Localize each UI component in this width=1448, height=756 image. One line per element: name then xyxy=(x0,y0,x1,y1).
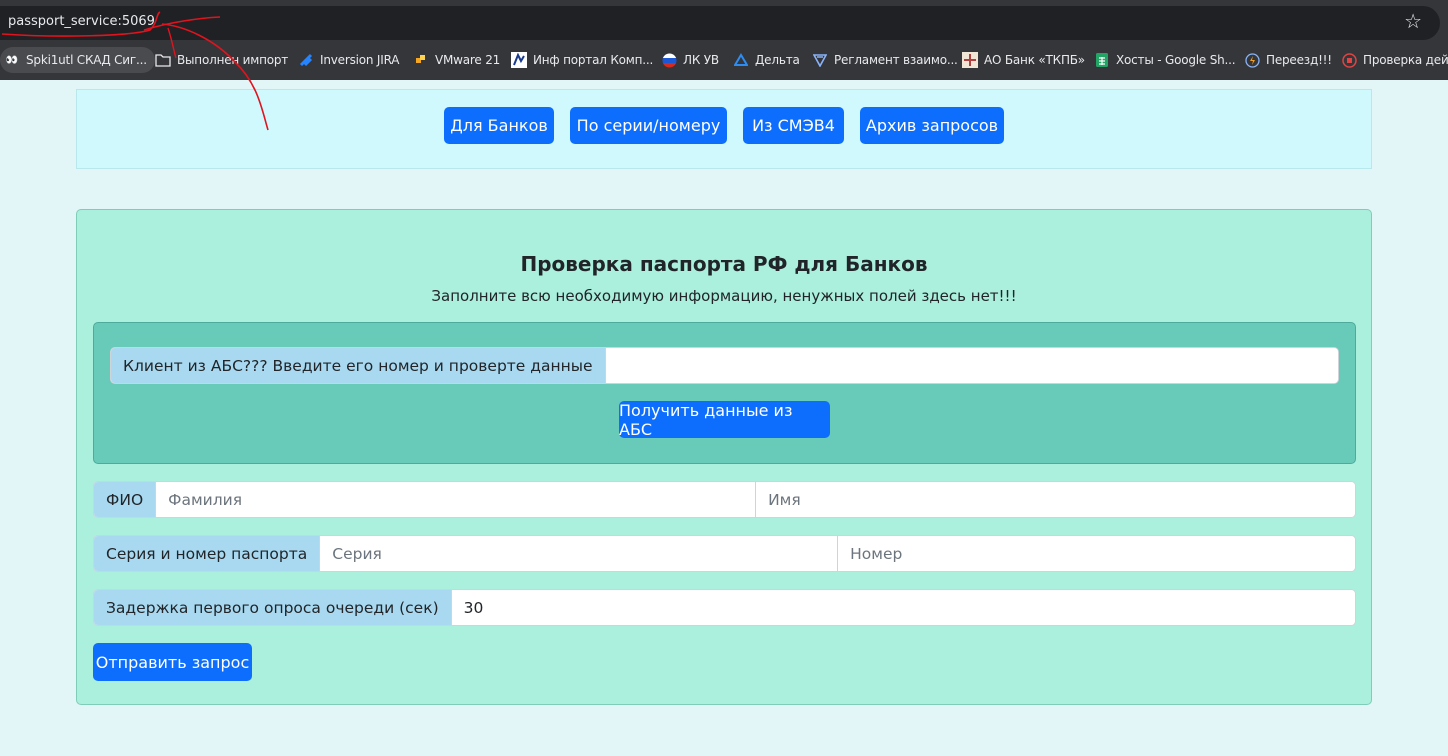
bookmark-item[interactable]: Переезд!!! xyxy=(1244,47,1332,73)
bookmark-item[interactable]: Инф портал Комп... xyxy=(511,47,653,73)
delay-group: Задержка первого опроса очереди (сек) 30 xyxy=(93,589,1356,626)
bookmark-item[interactable]: Хосты - Google Sh... xyxy=(1094,47,1236,73)
jira-icon xyxy=(298,52,314,68)
bookmark-star-icon[interactable]: ☆ xyxy=(1404,11,1422,33)
series-input[interactable]: Серия xyxy=(320,536,838,571)
form-subtitle: Заполните всю необходимую информацию, не… xyxy=(431,287,1017,305)
bolt-icon xyxy=(1244,52,1260,68)
bank-icon xyxy=(962,52,978,68)
nav-button-series-number[interactable]: По серии/номеру xyxy=(570,107,727,144)
sheets-icon xyxy=(1094,52,1110,68)
number-input[interactable]: Номер xyxy=(837,536,1355,571)
fio-label: ФИО xyxy=(94,482,157,517)
bookmark-item[interactable]: VMware 21 xyxy=(413,47,500,73)
form-title: Проверка паспорта РФ для Банков xyxy=(520,252,928,276)
reglament-icon xyxy=(812,52,828,68)
bookmark-item[interactable]: Проверка дейст... xyxy=(1341,47,1448,73)
passport-label: Серия и номер паспорта xyxy=(94,536,321,571)
check-icon xyxy=(1341,52,1357,68)
bookmark-item[interactable]: Регламент взаимо... xyxy=(812,47,958,73)
nav-button-archive[interactable]: Архив запросов xyxy=(860,107,1004,144)
nav-panel: Для Банков По серии/номеру Из СМЭВ4 Архи… xyxy=(76,89,1372,169)
abs-client-panel: Клиент из АБС??? Введите его номер и про… xyxy=(93,322,1356,464)
delay-input[interactable]: 30 xyxy=(451,590,1355,625)
bookmark-item[interactable]: Выполнен импорт xyxy=(155,47,288,73)
surname-input[interactable]: Фамилия xyxy=(156,482,756,517)
bookmark-item[interactable]: Дельта xyxy=(733,47,800,73)
delay-label: Задержка первого опроса очереди (сек) xyxy=(94,590,452,625)
nav-button-banks[interactable]: Для Банков xyxy=(444,107,554,144)
bookmark-item[interactable]: 👀 Spki1utl СКАД Сиг... xyxy=(0,47,155,73)
delta-icon xyxy=(733,52,749,68)
submit-request-button[interactable]: Отправить запрос xyxy=(93,643,252,681)
bookmarks-bar: 👀 Spki1utl СКАД Сиг... Выполнен импорт In… xyxy=(0,40,1448,80)
eyes-icon: 👀 xyxy=(5,54,19,66)
abs-client-input[interactable] xyxy=(605,348,1338,383)
abs-client-label: Клиент из АБС??? Введите его номер и про… xyxy=(111,348,606,383)
bookmark-item[interactable]: Inversion JIRA xyxy=(298,47,399,73)
folder-icon xyxy=(155,52,171,68)
portal-icon xyxy=(511,52,527,68)
fio-group: ФИО Фамилия Имя xyxy=(93,481,1356,518)
passport-group: Серия и номер паспорта Серия Номер xyxy=(93,535,1356,572)
passport-check-form: Проверка паспорта РФ для Банков Заполнит… xyxy=(76,209,1372,705)
url-text[interactable]: passport_service:5069 xyxy=(8,14,155,29)
bookmark-item[interactable]: АО Банк «ТКПБ» xyxy=(962,47,1085,73)
vmware-icon xyxy=(413,52,429,68)
nav-button-smev4[interactable]: Из СМЭВ4 xyxy=(743,107,844,144)
bookmark-item[interactable]: ЛК УВ xyxy=(661,47,719,73)
address-bar[interactable]: passport_service:5069 ☆ xyxy=(0,6,1440,40)
name-input[interactable]: Имя xyxy=(755,482,1355,517)
get-abs-data-button[interactable]: Получить данные из АБС xyxy=(619,401,830,439)
abs-client-group: Клиент из АБС??? Введите его номер и про… xyxy=(110,347,1339,384)
flag-icon xyxy=(661,52,677,68)
